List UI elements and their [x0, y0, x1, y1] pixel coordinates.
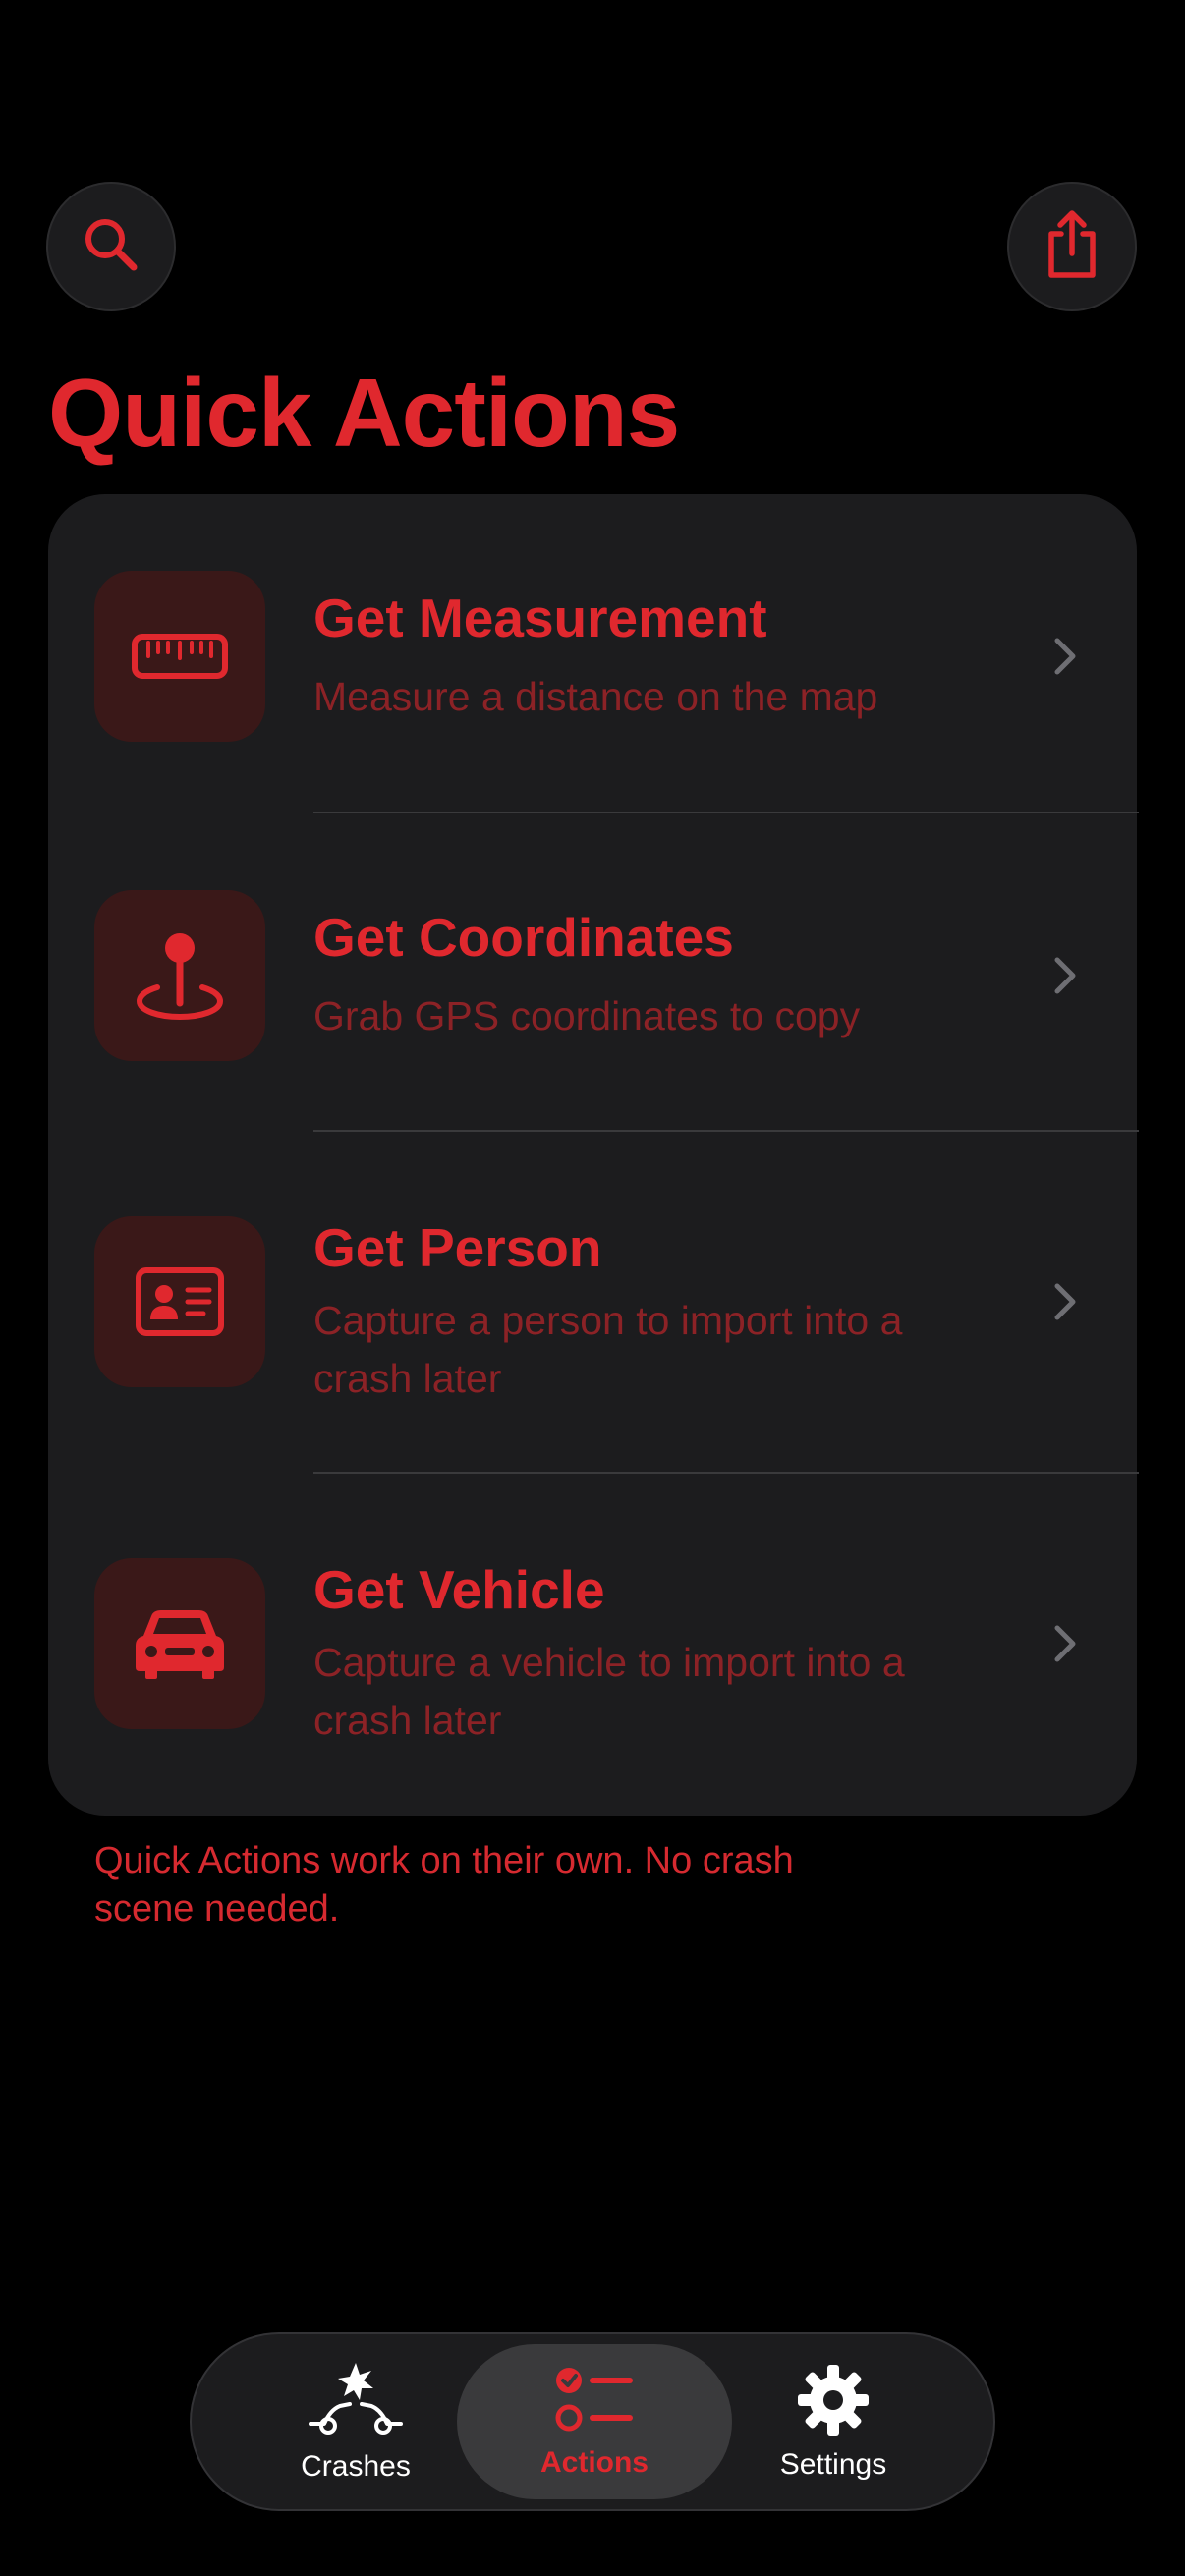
- checklist-icon: [553, 2365, 636, 2440]
- crash-icon: [307, 2361, 405, 2444]
- action-title: Get Person: [313, 1217, 602, 1278]
- chevron-right-icon: [1045, 1277, 1085, 1326]
- footer-note: Quick Actions work on their own. No cras…: [94, 1840, 794, 1930]
- action-get-measurement[interactable]: Get Measurement Measure a distance on th…: [48, 494, 1137, 812]
- action-subtitle: Capture a vehicle to import into a crash…: [313, 1640, 905, 1743]
- page-title: Quick Actions: [48, 359, 680, 467]
- action-get-person[interactable]: Get Person Capture a person to import in…: [48, 1132, 1137, 1473]
- car-icon: [94, 1558, 265, 1729]
- action-get-coordinates[interactable]: Get Coordinates Grab GPS coordinates to …: [48, 813, 1137, 1131]
- map-pin-icon: [94, 890, 265, 1061]
- chevron-right-icon: [1045, 1619, 1085, 1668]
- chevron-right-icon: [1045, 632, 1085, 681]
- action-title: Get Vehicle: [313, 1559, 605, 1620]
- search-icon: [80, 213, 142, 281]
- action-get-vehicle[interactable]: Get Vehicle Capture a vehicle to import …: [48, 1474, 1137, 1816]
- id-card-icon: [94, 1216, 265, 1387]
- ruler-icon: [94, 571, 265, 742]
- tab-actions[interactable]: Actions: [457, 2344, 732, 2499]
- action-subtitle: Grab GPS coordinates to copy: [313, 993, 861, 1038]
- tab-settings[interactable]: Settings: [696, 2344, 971, 2499]
- chevron-right-icon: [1045, 951, 1085, 1000]
- tab-label: Crashes: [301, 2449, 411, 2483]
- action-subtitle: Capture a person to import into a crash …: [313, 1298, 903, 1401]
- tab-label: Actions: [539, 2445, 649, 2479]
- tab-crashes[interactable]: Crashes: [218, 2344, 493, 2499]
- share-icon: [1042, 208, 1102, 286]
- search-button[interactable]: [46, 182, 176, 311]
- tab-label: Settings: [779, 2447, 887, 2481]
- action-subtitle: Measure a distance on the map: [313, 674, 878, 719]
- action-title: Get Coordinates: [313, 907, 734, 968]
- gear-icon: [796, 2363, 871, 2442]
- tab-bar: Crashes Actions Settings: [190, 2332, 995, 2511]
- quick-actions-list: Get Measurement Measure a distance on th…: [48, 494, 1139, 1816]
- share-button[interactable]: [1007, 182, 1137, 311]
- action-title: Get Measurement: [313, 588, 767, 648]
